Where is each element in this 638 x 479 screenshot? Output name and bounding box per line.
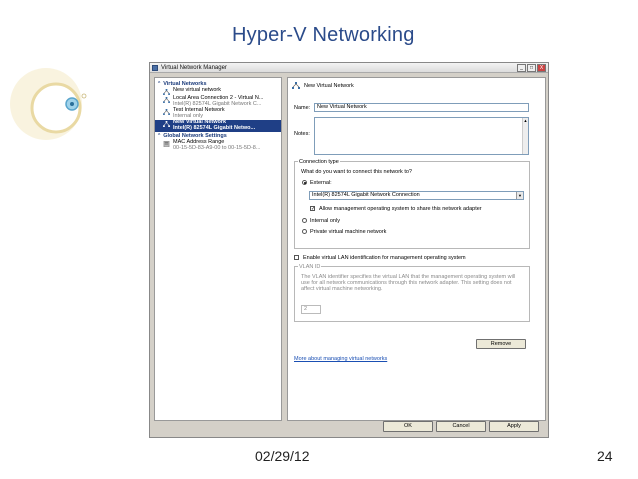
internal-only-label: Internal only — [310, 218, 340, 224]
minimize-button[interactable]: _ — [517, 64, 526, 72]
external-label: External: — [310, 180, 332, 186]
internal-only-radio[interactable] — [302, 218, 307, 223]
close-button[interactable]: X — [537, 64, 546, 72]
properties-heading: New Virtual Network — [292, 82, 354, 89]
slide-page-number: 24 — [597, 448, 613, 464]
allow-management-label: Allow management operating system to sha… — [319, 206, 482, 212]
tree-item-sublabel: 00-15-5D-83-A9-00 to 00-15-5D-8... — [173, 144, 261, 151]
network-icon — [292, 82, 300, 89]
enable-vlan-label: Enable virtual LAN identification for ma… — [303, 255, 466, 261]
connection-question: What do you want to connect this network… — [301, 169, 412, 175]
allow-management-checkbox[interactable]: ✓ — [310, 206, 315, 212]
network-icon — [163, 89, 170, 95]
tree-item-new-virtual-network-selected[interactable]: New Virtual Network Intel(R) 82574L Giga… — [155, 119, 281, 132]
network-properties-pane: New Virtual Network Name: New Virtual Ne… — [287, 77, 546, 421]
vlan-id-group: VLAN ID The VLAN identifier specifies th… — [294, 264, 530, 322]
network-icon — [163, 97, 170, 103]
adapter-select[interactable]: Intel(R) 82574L Gigabit Network Connecti… — [309, 191, 524, 200]
properties-heading-label: New Virtual Network — [304, 82, 354, 89]
vlan-id-input[interactable]: 2 — [301, 305, 321, 314]
private-network-label: Private virtual machine network — [310, 229, 387, 235]
window-titlebar[interactable]: Virtual Network Manager _ □ X — [150, 63, 548, 73]
virtual-network-manager-window: Virtual Network Manager _ □ X ⌃ Virtual … — [149, 62, 549, 438]
network-icon — [163, 121, 170, 127]
navigation-tree: ⌃ Virtual Networks New virtual network L… — [154, 77, 282, 421]
enable-vlan-checkbox[interactable] — [294, 255, 299, 260]
vlan-description: The VLAN identifier specifies the virtua… — [301, 274, 516, 292]
notes-textarea[interactable]: ▲ — [314, 117, 529, 155]
vlan-id-title: VLAN ID — [298, 264, 322, 270]
tree-item-mac-address-range[interactable]: MAC Address Range 00-15-5D-83-A9-00 to 0… — [155, 139, 281, 152]
mac-address-icon — [163, 141, 170, 147]
tree-item-label: New virtual network — [173, 87, 221, 93]
adapter-select-value: Intel(R) 82574L Gigabit Network Connecti… — [312, 192, 420, 198]
tree-item-sublabel: Intel(R) 82574L Gigabit Netwo... — [173, 124, 256, 131]
notes-label: Notes: — [294, 131, 310, 137]
slide-date: 02/29/12 — [255, 448, 310, 464]
collapse-icon: ⌃ — [157, 81, 162, 87]
collapse-icon: ⌃ — [157, 133, 162, 139]
slide-title: Hyper-V Networking — [232, 24, 415, 46]
network-icon — [163, 109, 170, 115]
app-icon — [152, 64, 158, 71]
decorative-circles — [10, 68, 87, 140]
remove-button[interactable]: Remove — [476, 339, 526, 349]
notes-scrollbar[interactable]: ▲ — [522, 118, 528, 154]
ok-button[interactable]: OK — [383, 421, 433, 432]
external-radio[interactable] — [302, 180, 307, 185]
maximize-button[interactable]: □ — [527, 64, 536, 72]
cancel-button[interactable]: Cancel — [436, 421, 486, 432]
private-network-radio[interactable] — [302, 229, 307, 234]
chevron-down-icon[interactable]: ▼ — [516, 192, 523, 199]
connection-type-title: Connection type — [298, 159, 340, 165]
connection-type-group: Connection type What do you want to conn… — [294, 159, 530, 249]
more-about-virtual-networks-link[interactable]: More about managing virtual networks — [294, 356, 387, 362]
name-label: Name: — [294, 105, 311, 111]
window-title: Virtual Network Manager — [161, 64, 227, 71]
apply-button[interactable]: Apply — [489, 421, 539, 432]
name-input[interactable]: New Virtual Network — [314, 103, 529, 112]
